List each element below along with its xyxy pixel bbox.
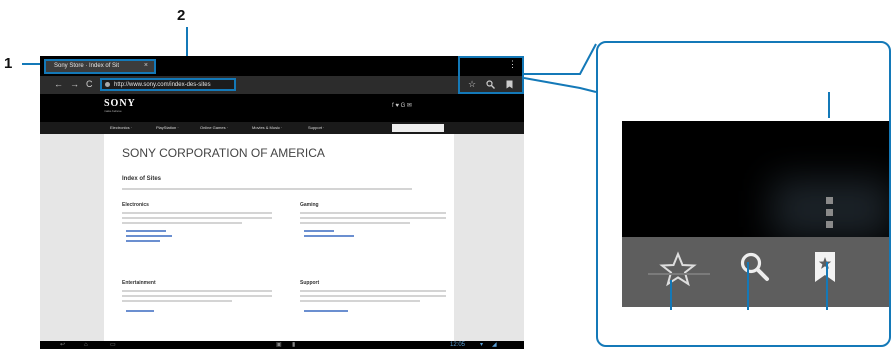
zoomed-action-bar <box>596 41 891 347</box>
link[interactable] <box>126 235 172 237</box>
text-line <box>122 290 272 292</box>
section-title-electronics: Electronics <box>122 202 149 208</box>
nav-item-playstation[interactable]: PlayStation · <box>156 125 179 130</box>
battery-icon: ◢ <box>492 342 497 348</box>
star-icon[interactable] <box>658 251 698 289</box>
index-title: Index of Sites <box>122 176 162 182</box>
url-field[interactable]: http://www.sony.com/index-des-sites <box>100 78 236 91</box>
screenshot-icon: ▣ <box>276 342 282 348</box>
nav-item-support[interactable]: Support · <box>308 125 324 130</box>
url-text: http://www.sony.com/index-des-sites <box>114 82 211 88</box>
search-icon[interactable] <box>739 251 771 283</box>
text-line <box>300 295 446 297</box>
link[interactable] <box>304 310 348 312</box>
reload-icon[interactable]: C <box>86 79 93 89</box>
section-title-support: Support <box>300 280 320 286</box>
site-icon <box>105 82 110 87</box>
text-line <box>122 300 232 302</box>
system-bar: ↩ ⌂ ▭ ▣ ▮ 12:05 ▾ ◢ <box>40 341 524 349</box>
sony-tagline: make.believe <box>104 109 122 113</box>
text-line <box>122 188 412 190</box>
wifi-icon: ▾ <box>480 342 484 348</box>
text-line <box>122 222 242 224</box>
bookmarks-icon[interactable] <box>813 251 837 283</box>
section-title-entertainment: Entertainment <box>122 280 156 286</box>
text-line <box>122 217 272 219</box>
nav-item-movies-music[interactable]: Movies & Music · <box>252 125 282 130</box>
section-title-gaming: Gaming <box>300 202 319 208</box>
callout-line-5 <box>826 262 828 310</box>
link[interactable] <box>126 240 160 242</box>
action-icons-group: ☆ <box>458 56 524 94</box>
menu-dot <box>826 221 833 228</box>
text-line <box>122 295 272 297</box>
background-glow <box>772 179 889 237</box>
link[interactable] <box>126 310 154 312</box>
search-icon[interactable] <box>486 80 495 89</box>
url-bar: ← → C http://www.sony.com/index-des-site… <box>40 76 524 94</box>
zoomed-action-icons <box>622 237 889 307</box>
callout-number-2: 2 <box>177 7 186 24</box>
page-heading: SONY CORPORATION OF AMERICA <box>122 146 325 160</box>
content-panel: SONY CORPORATION OF AMERICA Index of Sit… <box>104 134 454 341</box>
link[interactable] <box>304 235 354 237</box>
back-icon[interactable]: ← <box>54 79 63 89</box>
text-line <box>300 222 410 224</box>
site-search-input[interactable] <box>392 124 444 132</box>
text-line <box>300 300 420 302</box>
site-header: SONY make.believe f ♥ G ✉ <box>40 94 524 122</box>
page-body: SONY CORPORATION OF AMERICA Index of Sit… <box>40 134 524 341</box>
text-line <box>300 217 446 219</box>
zoomed-top-bar <box>622 121 889 237</box>
tablet-screenshot: Sony Store · Index of Sit × ⋮ ← → C http… <box>40 56 524 349</box>
social-icons[interactable]: f ♥ G ✉ <box>392 102 412 109</box>
system-clock: 12:05 <box>450 342 466 348</box>
link[interactable] <box>304 230 334 232</box>
sony-logo[interactable]: SONY <box>104 98 136 109</box>
home-icon[interactable]: ⌂ <box>84 341 88 349</box>
callout-line-4 <box>747 262 749 310</box>
web-page: SONY make.believe f ♥ G ✉ Electronics · … <box>40 94 524 341</box>
text-line <box>122 212 272 214</box>
text-line <box>300 212 446 214</box>
callout-line-6 <box>828 92 830 118</box>
nav-item-electronics[interactable]: Electronics · <box>110 125 132 130</box>
menu-dot <box>826 197 833 204</box>
tab-close-icon[interactable]: × <box>144 62 148 69</box>
star-icon[interactable]: ☆ <box>468 80 476 89</box>
back-icon[interactable]: ↩ <box>60 341 65 349</box>
star-underline <box>648 273 710 275</box>
bookmarks-icon[interactable] <box>506 80 513 89</box>
menu-dot <box>826 209 833 216</box>
callout-line-3 <box>670 280 672 310</box>
forward-icon[interactable]: → <box>70 79 79 89</box>
tab-bar: Sony Store · Index of Sit × ⋮ <box>40 56 524 76</box>
leader-line-zoom <box>523 43 597 93</box>
recent-apps-icon[interactable]: ▭ <box>110 341 116 349</box>
site-nav: Electronics · PlayStation · Online Games… <box>40 122 524 134</box>
browser-tab[interactable]: Sony Store · Index of Sit × <box>44 59 156 74</box>
callout-number-1: 1 <box>4 55 13 72</box>
text-line <box>300 290 446 292</box>
link[interactable] <box>126 230 166 232</box>
nav-item-online-games[interactable]: Online Games · <box>200 125 228 130</box>
browser-tab-title: Sony Store · Index of Sit <box>54 63 120 69</box>
notification-icon: ▮ <box>292 342 296 348</box>
